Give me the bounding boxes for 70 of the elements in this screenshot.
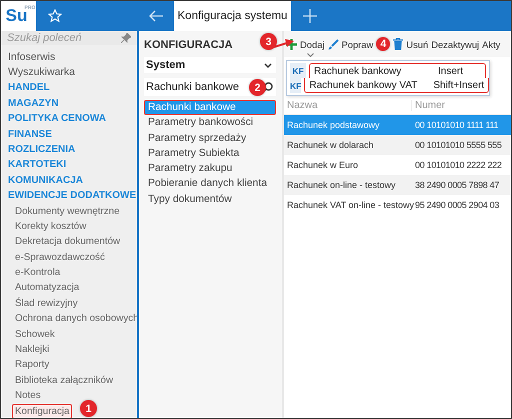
table-row[interactable]: Rachunek VAT on-line - testowy95 2490 0005 2904 03 (284, 195, 511, 215)
table-row[interactable]: Rachunek on-line - testowy 38 2490 0005 7898 47 (284, 175, 511, 195)
callout-badge: 4 (376, 37, 390, 51)
menu-item[interactable]: Rachunek bankowy Insert (309, 63, 486, 78)
table-cell-text: 95 2490 0005 2904 03 (414, 200, 500, 210)
back-arrow-icon[interactable] (148, 10, 164, 22)
menu-section[interactable]: HANDEL (1, 80, 137, 96)
menu-section[interactable]: ROZLICZENIA (1, 142, 137, 158)
table-cell-text: Rachunek podstawowy (286, 120, 381, 130)
table-cell-text: Rachunek w Euro (286, 160, 360, 170)
menu-section[interactable]: FINANSE (1, 126, 137, 142)
panel-title: KONFIGURACJA (144, 38, 233, 53)
callout-arrow (274, 39, 294, 49)
star-icon[interactable] (48, 9, 62, 23)
menu-item[interactable]: Wyszukiwarka (1, 65, 137, 80)
table-row[interactable]: Rachunek w Euro 00 10101010 2222 222 (284, 155, 511, 175)
menu-item[interactable]: Ślad rewizyjny (12, 296, 81, 311)
list-item[interactable]: Parametry sprzedaży (144, 130, 276, 146)
menu-section[interactable]: MAGAZYN (1, 96, 137, 112)
menu-item[interactable]: Konfiguracja (12, 404, 72, 418)
menu-section[interactable]: KARTOTEKI (1, 157, 137, 173)
list-item[interactable]: Rachunki bankowe (144, 100, 276, 116)
table-cell-text: 00 10101010 2222 222 (414, 160, 502, 170)
menu-item[interactable]: Notes (12, 388, 44, 404)
plus-icon (286, 38, 297, 50)
plus-icon[interactable] (303, 9, 317, 23)
scope-dropdown[interactable]: System (144, 57, 276, 73)
list-item[interactable]: Parametry zakupu (144, 161, 276, 176)
brush-icon (328, 38, 338, 50)
toolbar-button[interactable]: Akty (481, 36, 502, 52)
table-row[interactable]: Rachunek podstawowy 00 10101010 1111 111 (284, 115, 511, 135)
menu-item[interactable]: Schowek (12, 326, 58, 342)
menu-section[interactable]: POLITYKA CENOWA (1, 111, 137, 127)
table-cell-text: 00 10101010 1111 111 (414, 120, 498, 130)
menu-item[interactable]: Naklejki (12, 342, 52, 358)
table-row[interactable]: Rachunek w dolarach 00 10101010 5555 555 (284, 135, 511, 155)
table-cell-text: Rachunek on-line - testowy (286, 180, 397, 190)
menu-item[interactable]: Rachunek bankowy VAT Shift+Insert (304, 78, 490, 93)
table-cell-text: 00 10101010 5555 555 (414, 140, 502, 150)
table-cell-text: Rachunek VAT on-line - testowy (286, 200, 412, 210)
menu-item[interactable]: Ochrona danych osobowych (12, 311, 142, 326)
menu-section[interactable]: EWIDENCJE DODATKOWE (1, 188, 137, 204)
list-item[interactable]: Parametry Subiekta (144, 146, 276, 162)
column-header[interactable]: Numer (412, 100, 446, 111)
kf-badge: KF (290, 63, 306, 78)
menu-item[interactable]: Biblioteka załączników (12, 372, 116, 388)
pin-icon[interactable] (121, 32, 131, 43)
toolbar-button[interactable]: Popraw (326, 36, 374, 52)
trash-icon (393, 38, 404, 50)
list-item[interactable]: Parametry bankowości (144, 115, 276, 131)
toolbar-button[interactable]: Usuń (392, 36, 430, 52)
toolbar-button[interactable]: Dodaj (285, 36, 326, 52)
list-item[interactable]: Typy dokumentów (144, 192, 276, 208)
table-cell-text: 38 2490 0005 7898 47 (414, 180, 500, 190)
menu-item[interactable]: e-Sprawozdawczość (12, 250, 108, 265)
kf-badge: KF (290, 78, 302, 93)
column-header[interactable]: Nazwa (284, 100, 412, 111)
menu-item[interactable]: Dokumenty wewnętrzne (12, 204, 123, 219)
toolbar-button[interactable]: Dezaktywuj (430, 36, 480, 52)
caret-icon[interactable] (307, 52, 314, 56)
menu-item[interactable]: Infoserwis (1, 50, 137, 66)
chevron-icon (264, 62, 272, 68)
menu-item[interactable]: Dekretacja dokumentów (12, 234, 124, 250)
menu-section[interactable]: KOMUNIKACJA (1, 172, 137, 188)
menu-item[interactable]: Raporty (12, 357, 52, 372)
menu-item[interactable]: e-Kontrola (12, 265, 64, 280)
table-cell-text: Rachunek w dolarach (286, 140, 375, 150)
list-item[interactable]: Pobieranie danych klienta (144, 176, 276, 192)
menu-item[interactable]: Korekty kosztów (12, 218, 90, 234)
menu-item[interactable]: Automatyzacja (12, 280, 82, 296)
